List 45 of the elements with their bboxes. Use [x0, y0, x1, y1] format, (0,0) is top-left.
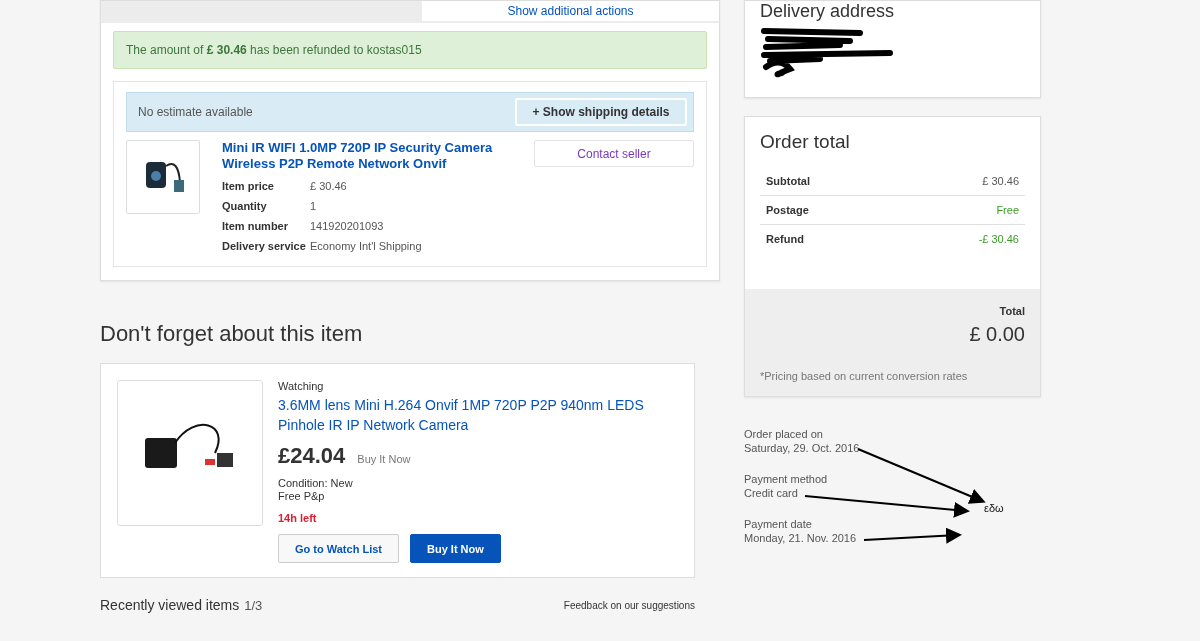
detail-value: Economy Int'l Shipping	[310, 240, 423, 252]
refund-notice: The amount of £ 30.46 has been refunded to kostas015	[113, 31, 707, 69]
detail-label: Delivery service	[222, 240, 307, 252]
info-value: Saturday, 29. Oct. 2016	[744, 441, 860, 455]
detail-value: £ 30.46	[310, 180, 348, 192]
detail-label: Item price	[222, 180, 275, 192]
info-value: Credit card	[744, 486, 798, 500]
postage-text: Free P&p	[278, 490, 326, 503]
contact-seller-button[interactable]: Contact seller	[534, 140, 694, 167]
shipping-details-button[interactable]: + Show shipping details	[515, 98, 687, 126]
estimate-text: No estimate available	[138, 105, 253, 119]
info-value: Monday, 21. Nov. 2016	[744, 531, 857, 545]
info-label: Payment date	[744, 517, 812, 531]
section-heading: Don't forget about this item	[100, 321, 364, 347]
detail-label: Item number	[222, 220, 289, 232]
condition-text: Condition: New	[278, 477, 354, 490]
info-label: Payment method	[744, 472, 828, 486]
total-row-value: -£ 30.46	[978, 233, 1019, 245]
watch-list-button[interactable]: Go to Watch List	[278, 534, 399, 563]
detail-label: Quantity	[222, 200, 268, 212]
item-title-link[interactable]: Mini IR WIFI 1.0MP 720P IP Security Camera Wireless P2P Remote Network Onvif	[222, 140, 512, 172]
buy-button[interactable]: Buy It Now	[410, 534, 501, 563]
price: £24.04	[278, 443, 346, 469]
suggestion-title-link[interactable]: 3.6MM lens Mini H.264 Onvif 1MP 720P P2P 940nm LEDS Pinhole IR IP Network Camera	[278, 395, 678, 435]
watching-label: Watching	[278, 380, 325, 393]
total-row-value: Free	[996, 204, 1019, 216]
format-label: Buy It Now	[357, 453, 411, 466]
pricing-note: *Pricing based on current conversion rates	[760, 370, 968, 382]
page-count: 1/3	[244, 598, 263, 613]
recent-heading: Recently viewed items	[100, 597, 240, 613]
address-heading: Delivery address	[760, 1, 896, 21]
total-label: Total	[999, 305, 1025, 317]
show-actions-button[interactable]: Show additional actions	[422, 1, 719, 21]
total-row-value: £ 30.46	[982, 175, 1019, 187]
annotation-text: εδω	[984, 502, 1004, 514]
time-left: 14h left	[278, 512, 318, 525]
detail-value: 141920201093	[310, 220, 385, 232]
detail-value: 1	[310, 200, 318, 212]
total-row-label: Postage	[766, 204, 809, 216]
feedback-link[interactable]: Feedback on our suggestions	[563, 599, 695, 611]
total-amount: £ 0.00	[969, 323, 1025, 346]
total-row-label: Refund	[766, 233, 804, 245]
order-total-heading: Order total	[760, 131, 851, 153]
total-row-label: Subtotal	[766, 175, 810, 187]
info-label: Order placed on	[744, 427, 823, 441]
